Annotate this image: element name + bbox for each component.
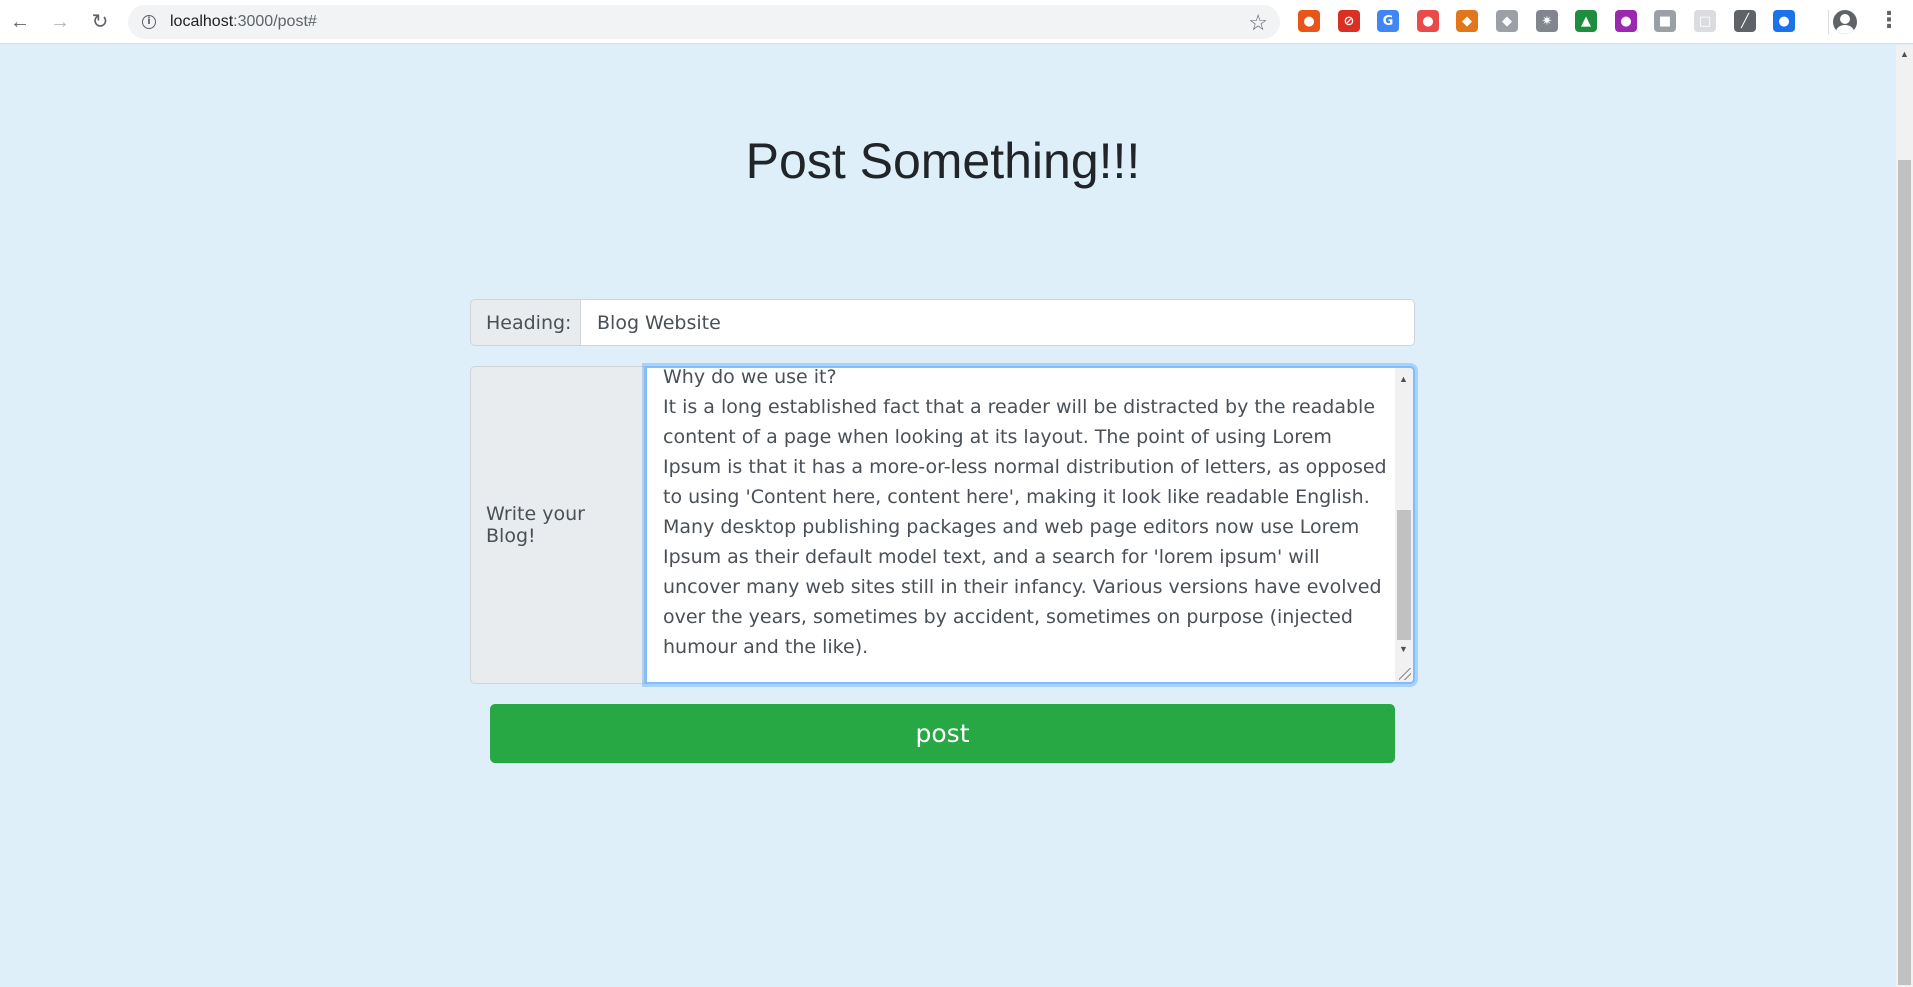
translate-extension-icon[interactable]: G	[1377, 10, 1399, 32]
heading-label: Heading:	[470, 299, 581, 346]
forward-arrow-icon[interactable]: →	[46, 8, 74, 36]
url-path: :3000/post#	[233, 13, 317, 30]
browser-toolbar: ← → ↻ i localhost:3000/post# ☆ ● ⊘ G ● ◆ ◆ ✷ ▲ ●…	[0, 0, 1913, 44]
post-button[interactable]: post	[490, 704, 1395, 763]
page-title: Post Something!!!	[745, 133, 1141, 189]
fox-extension-icon[interactable]: ◆	[1456, 10, 1478, 32]
bug-extension-icon[interactable]: ✷	[1536, 10, 1558, 32]
html-extension-icon[interactable]: ▲	[1575, 10, 1597, 32]
image-extension-icon[interactable]: ■	[1654, 10, 1676, 32]
url-host: localhost	[170, 13, 234, 30]
page-scroll-thumb[interactable]	[1898, 160, 1911, 985]
url-text[interactable]: localhost:3000/post#	[170, 13, 317, 31]
browser-menu-icon[interactable]: ⋮	[1878, 8, 1900, 33]
profile-avatar-icon[interactable]	[1833, 10, 1857, 34]
blog-input-group: Write your Blog! Why do we use it? It is…	[470, 366, 1415, 684]
heading-input[interactable]: Blog Website	[581, 299, 1415, 346]
purple-extension-icon[interactable]: ●	[1615, 10, 1637, 32]
shield-extension-icon[interactable]: ◆	[1496, 10, 1518, 32]
blog-scrollbar[interactable]: ▲ ▼	[1395, 368, 1413, 682]
resize-grip-icon[interactable]	[1399, 668, 1411, 680]
page-scroll-up-arrow-icon[interactable]: ▲	[1900, 49, 1909, 59]
bookmark-star-icon[interactable]: ☆	[1248, 10, 1268, 36]
blog-label: Write your Blog!	[470, 366, 645, 684]
page-scrollbar[interactable]: ▲	[1896, 45, 1913, 987]
heading-input-group: Heading: Blog Website	[470, 299, 1415, 346]
grey-extension-icon[interactable]: □	[1694, 10, 1716, 32]
toolbar-divider	[1828, 10, 1829, 34]
reload-icon[interactable]: ↻	[86, 8, 114, 36]
blog-text[interactable]: Why do we use it? It is a long establish…	[663, 368, 1393, 662]
blog-scroll-up-arrow-icon[interactable]: ▲	[1399, 374, 1408, 384]
droplet-extension-icon[interactable]: ●	[1773, 10, 1795, 32]
site-info-icon[interactable]: i	[142, 15, 156, 29]
red-circle-extension-icon[interactable]: ●	[1417, 10, 1439, 32]
blog-scroll-thumb[interactable]	[1397, 510, 1411, 640]
fire-extension-icon[interactable]: ●	[1298, 10, 1320, 32]
eyedropper-extension-icon[interactable]: ╱	[1734, 10, 1756, 32]
blocker-extension-icon[interactable]: ⊘	[1338, 10, 1360, 32]
blog-textarea[interactable]: Why do we use it? It is a long establish…	[645, 366, 1415, 684]
blog-scroll-down-arrow-icon[interactable]: ▼	[1399, 644, 1408, 654]
back-arrow-icon[interactable]: ←	[6, 8, 34, 36]
address-bar[interactable]: i localhost:3000/post# ☆	[128, 5, 1280, 39]
